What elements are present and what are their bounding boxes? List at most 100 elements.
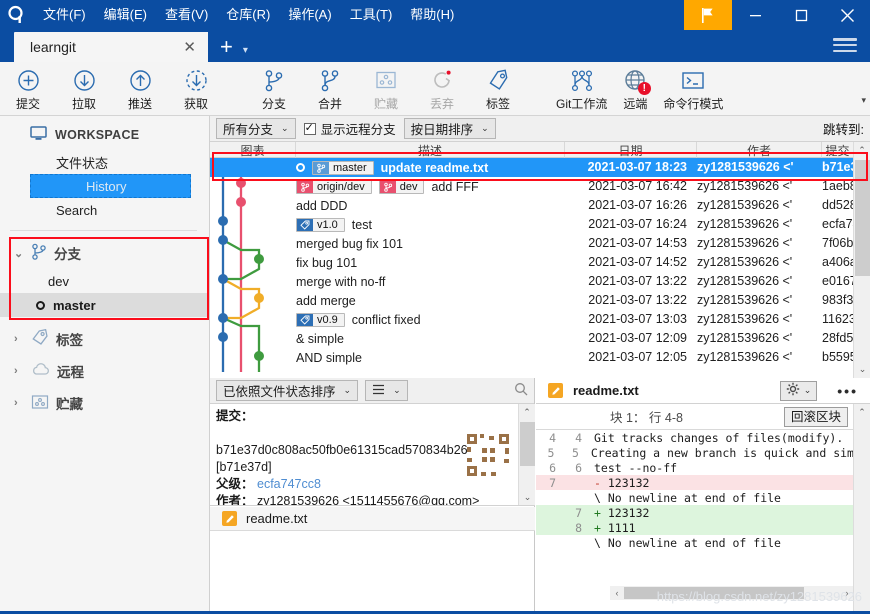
- sidebar-group-tags[interactable]: › 标签: [0, 323, 209, 355]
- chevron-right-icon[interactable]: ›: [14, 365, 24, 377]
- scroll-left-arrow[interactable]: ‹: [610, 586, 624, 600]
- new-line-number: 6: [575, 460, 582, 475]
- table-row[interactable]: merged bug fix 101 2021-03-07 14:53 zy12…: [210, 234, 867, 253]
- tab-learngit[interactable]: learngit ✕: [14, 32, 208, 62]
- toolbar-discard-button[interactable]: 丢弃: [414, 62, 470, 114]
- ref-label-master[interactable]: master: [312, 160, 374, 175]
- parent-hash-link[interactable]: ecfa747cc8: [257, 477, 321, 491]
- scroll-down-arrow[interactable]: ⌄: [854, 361, 870, 378]
- column-header-description[interactable]: 描述: [296, 142, 565, 158]
- scroll-up-arrow[interactable]: ⌃: [854, 142, 870, 159]
- column-header-graph[interactable]: 图表: [210, 142, 296, 158]
- column-header-commit[interactable]: 提交: [822, 142, 853, 158]
- column-header-author[interactable]: 作者: [697, 142, 822, 158]
- menu-item-view[interactable]: 查看(V): [156, 0, 217, 30]
- table-row[interactable]: merge with no-ff 2021-03-07 13:22 zy1281…: [210, 272, 870, 291]
- toolbar-fetch-button[interactable]: 获取: [168, 62, 224, 114]
- table-row[interactable]: v1.0 test 2021-03-07 16:24 zy1281539626 …: [210, 215, 866, 234]
- sidebar-item-history[interactable]: History: [30, 174, 191, 198]
- table-row[interactable]: master update readme.txt 2021-03-07 18:2…: [210, 158, 870, 177]
- diff-settings-button[interactable]: ⌄: [779, 380, 818, 401]
- new-tab-button[interactable]: +: [208, 36, 243, 62]
- changed-file-row[interactable]: readme.txt: [210, 507, 535, 531]
- sidebar-group-remotes[interactable]: › 远程: [0, 355, 209, 387]
- ref-label-origin-dev[interactable]: origin/dev: [296, 179, 372, 194]
- ref-label-v0-9[interactable]: v0.9: [296, 312, 345, 327]
- sort-order-dropdown[interactable]: 按日期排序 ⌄: [403, 118, 496, 139]
- old-line-number: 4: [549, 430, 556, 445]
- branch-filter-dropdown[interactable]: 所有分支 ⌄: [216, 118, 296, 139]
- diff-line: 4 4 Git tracks changes of files(modify).: [536, 430, 854, 445]
- scroll-up-arrow[interactable]: ⌃: [519, 404, 535, 421]
- row-message: add FFF: [431, 179, 479, 194]
- new-line-number: 7: [575, 505, 582, 520]
- maximize-button[interactable]: [778, 0, 824, 30]
- detail-vertical-scrollbar[interactable]: ⌃ ⌄: [518, 404, 535, 505]
- table-row[interactable]: origin/dev dev add FFF 2021-03-07 16:42 …: [210, 177, 870, 196]
- column-header-date[interactable]: 日期: [565, 142, 697, 158]
- new-line-number: 4: [575, 430, 582, 445]
- sidebar-branch-master[interactable]: master: [0, 293, 209, 317]
- toolbar-merge-button[interactable]: 合并: [302, 62, 358, 114]
- scrollbar-thumb[interactable]: [855, 160, 870, 276]
- branch-filter-label: 所有分支: [223, 123, 274, 137]
- chevron-down-icon[interactable]: ⌄: [14, 247, 24, 260]
- file-sort-dropdown[interactable]: 已依照文件状态排序 ⌄: [216, 380, 359, 401]
- hamburger-menu-icon[interactable]: [833, 36, 857, 54]
- tab-close-icon[interactable]: ✕: [179, 38, 200, 56]
- row-description-cell: origin/dev dev add FFF: [296, 177, 576, 196]
- branch-ref-icon: [297, 180, 313, 193]
- toolbar-remote-button[interactable]: ! 远端: [615, 62, 655, 114]
- branch-ref-icon: [379, 180, 396, 193]
- sidebar-item-file-status[interactable]: 文件状态: [0, 150, 209, 174]
- tab-list-caret-icon[interactable]: ▾: [243, 45, 258, 62]
- show-remote-branches-checkbox[interactable]: 显示远程分支: [303, 119, 396, 138]
- scroll-up-arrow[interactable]: ⌃: [854, 404, 870, 421]
- workspace-label: WORKSPACE: [55, 128, 140, 142]
- sidebar-branch-dev[interactable]: dev: [0, 269, 209, 293]
- row-date: 2021-03-07 16:42: [588, 179, 687, 193]
- search-icon[interactable]: [514, 382, 528, 399]
- minimize-button[interactable]: [732, 0, 778, 30]
- toolbar-tag-button[interactable]: 标签: [470, 62, 526, 114]
- menu-item-actions[interactable]: 操作(A): [279, 0, 340, 30]
- sidebar-group-branches[interactable]: ⌄ 分支: [0, 237, 209, 269]
- rollback-hunk-button[interactable]: 回滚区块: [783, 406, 848, 427]
- table-row[interactable]: add DDD 2021-03-07 16:26 zy1281539626 <'…: [210, 196, 867, 215]
- chevron-right-icon[interactable]: ›: [14, 397, 24, 409]
- ref-label-dev[interactable]: dev: [378, 179, 425, 194]
- diff-vertical-scrollbar[interactable]: ⌃: [853, 404, 870, 614]
- view-mode-dropdown[interactable]: ⌄: [365, 380, 408, 401]
- sidebar-item-search[interactable]: Search: [0, 198, 209, 222]
- row-graph-cell: [210, 329, 296, 348]
- menu-item-edit[interactable]: 编辑(E): [95, 0, 156, 30]
- menu-item-tools[interactable]: 工具(T): [341, 0, 402, 30]
- toolbar-push-button[interactable]: 推送: [112, 62, 168, 114]
- menu-item-repository[interactable]: 仓库(R): [217, 0, 279, 30]
- toolbar-terminal-button[interactable]: 命令行模式: [655, 62, 731, 114]
- toolbar-gitflow-button[interactable]: Git工作流: [548, 62, 615, 114]
- toolbar-branch-button[interactable]: 分支: [246, 62, 302, 114]
- sidebar-group-stashes[interactable]: › 贮藏: [0, 387, 209, 419]
- toolbar-pull-button[interactable]: 拉取: [56, 62, 112, 114]
- menu-item-file[interactable]: 文件(F): [34, 0, 95, 30]
- close-button[interactable]: [824, 0, 870, 30]
- scroll-down-arrow[interactable]: ⌄: [519, 489, 535, 505]
- chevron-right-icon[interactable]: ›: [14, 333, 24, 345]
- table-row[interactable]: AND simple 2021-03-07 12:05 zy1281539626…: [210, 348, 870, 367]
- toolbar-stash-button[interactable]: 贮藏: [358, 62, 414, 114]
- table-row[interactable]: fix bug 101 2021-03-07 14:52 zy128153962…: [210, 253, 870, 272]
- flag-button[interactable]: [684, 0, 732, 30]
- table-row[interactable]: v0.9 conflict fixed 2021-03-07 13:03 zy1…: [210, 310, 870, 329]
- toolbar-commit-button[interactable]: 提交: [0, 62, 56, 114]
- table-row[interactable]: add merge 2021-03-07 13:22 zy1281539626 …: [210, 291, 867, 310]
- menu-item-help[interactable]: 帮助(H): [401, 0, 463, 30]
- log-vertical-scrollbar[interactable]: ⌃ ⌄: [853, 142, 870, 378]
- scrollbar-thumb[interactable]: [520, 422, 535, 466]
- table-row[interactable]: & simple 2021-03-07 12:09 zy1281539626 <…: [210, 329, 864, 348]
- list-view-icon: [372, 384, 385, 398]
- toolbar-overflow-icon[interactable]: ▾: [861, 95, 866, 106]
- row-date: 2021-03-07 12:09: [588, 331, 687, 345]
- ref-label-v1-0[interactable]: v1.0: [296, 217, 345, 232]
- more-options-icon[interactable]: •••: [827, 383, 864, 399]
